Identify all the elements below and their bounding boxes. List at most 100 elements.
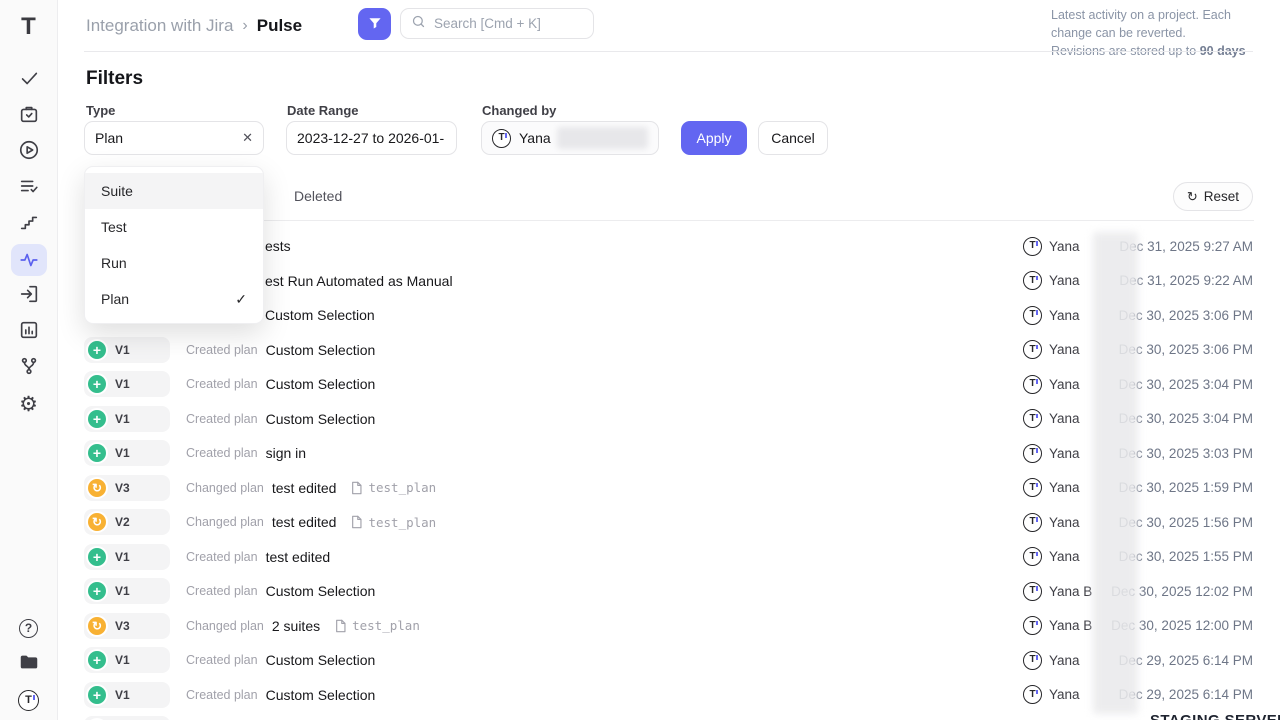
version-label: V1 bbox=[115, 688, 130, 702]
item-title: ests bbox=[265, 238, 291, 254]
user-avatar-icon: T bbox=[1023, 685, 1042, 704]
version-badge: + V1 bbox=[84, 440, 170, 466]
user: T Yana bbox=[1023, 685, 1080, 704]
dropdown-item-test[interactable]: Test bbox=[85, 209, 263, 245]
version-badge: ↻ V2 bbox=[84, 509, 170, 535]
sidebar-item-branches[interactable] bbox=[0, 350, 58, 386]
sidebar-item-tests[interactable] bbox=[0, 62, 58, 98]
plan-link-label: test_plan bbox=[368, 515, 436, 530]
sidebar-item-account[interactable]: T bbox=[0, 682, 58, 718]
user-avatar-icon: T bbox=[1023, 271, 1042, 290]
item-title: Custom Selection bbox=[266, 376, 376, 392]
sidebar-item-settings[interactable]: ⚙ bbox=[0, 386, 58, 422]
timestamp: Dec 30, 2025 1:55 PM bbox=[1119, 549, 1253, 564]
version-badge: + V1 bbox=[84, 647, 170, 673]
bar-chart-icon bbox=[18, 319, 40, 346]
briefcase-check-icon bbox=[18, 103, 40, 130]
sidebar-item-projects[interactable] bbox=[0, 646, 58, 682]
item-title: test edited bbox=[266, 549, 331, 565]
plan-link[interactable]: test_plan bbox=[334, 618, 420, 633]
gear-icon: ⚙ bbox=[19, 394, 38, 415]
user-name: Yana bbox=[1049, 239, 1080, 254]
cancel-button[interactable]: Cancel bbox=[758, 121, 828, 155]
check-icon bbox=[18, 67, 40, 94]
timestamp: Dec 30, 2025 3:03 PM bbox=[1119, 446, 1253, 461]
sidebar-item-pulse[interactable] bbox=[0, 242, 58, 278]
sidebar: T bbox=[0, 0, 58, 720]
user-name: Yana bbox=[1049, 273, 1080, 288]
user-name: Yana bbox=[1049, 549, 1080, 564]
app-logo-icon[interactable]: T bbox=[21, 10, 36, 44]
date-range-label: Date Range bbox=[287, 103, 359, 118]
sidebar-bottom: ? T bbox=[0, 610, 58, 720]
version-label: V1 bbox=[115, 377, 130, 391]
breadcrumb-project[interactable]: Integration with Jira bbox=[86, 16, 233, 36]
timestamp: Dec 31, 2025 9:27 AM bbox=[1119, 239, 1253, 254]
user-avatar-icon: T bbox=[1023, 547, 1042, 566]
user-name: Yana bbox=[1049, 480, 1080, 495]
dropdown-item-run[interactable]: Run bbox=[85, 245, 263, 281]
header-info-line1: Latest activity on a project. Each chang… bbox=[1051, 8, 1231, 40]
breadcrumb-separator: › bbox=[242, 17, 247, 35]
sidebar-item-cases[interactable] bbox=[0, 98, 58, 134]
user-name: Yana B bbox=[1049, 584, 1092, 599]
import-icon bbox=[18, 283, 40, 310]
sidebar-item-runs[interactable] bbox=[0, 134, 58, 170]
version-badge: ↻ V3 bbox=[84, 475, 170, 501]
version-label: V1 bbox=[115, 584, 130, 598]
user-name: Yana B bbox=[1049, 618, 1092, 633]
version-label: V2 bbox=[115, 515, 130, 529]
user-name: Yana bbox=[1049, 515, 1080, 530]
user-avatar-icon: T bbox=[1023, 651, 1042, 670]
file-icon bbox=[334, 619, 347, 633]
dropdown-item-suite[interactable]: Suite bbox=[85, 173, 263, 209]
reset-button[interactable]: ↻ Reset bbox=[1173, 182, 1253, 211]
version-badge: + V1 bbox=[84, 544, 170, 570]
changed-by-select[interactable]: T Yana bbox=[481, 121, 659, 155]
tab-deleted[interactable]: Deleted bbox=[294, 188, 342, 204]
version-label: V1 bbox=[115, 343, 130, 357]
date-range-value: 2023-12-27 to 2026-01- bbox=[297, 130, 444, 146]
main: Integration with Jira › Pulse Latest act… bbox=[58, 0, 1280, 720]
apply-button[interactable]: Apply bbox=[681, 121, 747, 155]
user-name: Yana bbox=[1049, 377, 1080, 392]
date-range-input[interactable]: 2023-12-27 to 2026-01- bbox=[286, 121, 457, 155]
action-label: Changed plan bbox=[186, 481, 264, 495]
filter-button[interactable] bbox=[358, 8, 391, 40]
user-avatar-icon: T bbox=[1023, 478, 1042, 497]
user-avatar-icon: T bbox=[1023, 306, 1042, 325]
plan-link[interactable]: test_plan bbox=[350, 515, 436, 530]
item-title: test edited bbox=[272, 480, 337, 496]
sidebar-item-steps[interactable] bbox=[0, 206, 58, 242]
steps-icon bbox=[18, 211, 40, 238]
folder-icon bbox=[18, 651, 40, 678]
type-select[interactable]: Plan ✕ bbox=[84, 121, 264, 155]
dropdown-item-label: Suite bbox=[101, 183, 133, 199]
sidebar-item-import[interactable] bbox=[0, 278, 58, 314]
action-label: Created plan bbox=[186, 584, 258, 598]
refresh-icon: ↻ bbox=[1187, 189, 1198, 205]
version-label: V1 bbox=[115, 412, 130, 426]
sidebar-item-results[interactable] bbox=[0, 170, 58, 206]
item-title: Custom Selection bbox=[265, 307, 375, 323]
dropdown-item-plan[interactable]: Plan✓ bbox=[85, 281, 263, 317]
user: T Yana bbox=[1023, 547, 1080, 566]
help-icon: ? bbox=[19, 619, 38, 638]
header: Integration with Jira › Pulse Latest act… bbox=[58, 0, 1280, 52]
search-box bbox=[400, 8, 594, 39]
user: T Yana bbox=[1023, 651, 1080, 670]
play-circle-icon bbox=[18, 139, 40, 166]
sidebar-item-help[interactable]: ? bbox=[0, 610, 58, 646]
sidebar-item-analytics[interactable] bbox=[0, 314, 58, 350]
action-label: Created plan bbox=[186, 377, 258, 391]
sidebar-nav: ⚙ bbox=[0, 62, 58, 422]
clear-type-icon[interactable]: ✕ bbox=[234, 130, 253, 146]
search-input[interactable] bbox=[434, 16, 611, 31]
list-check-icon bbox=[18, 175, 40, 202]
plus-icon: + bbox=[88, 410, 106, 428]
staging-watermark: STAGING SERVER bbox=[1150, 712, 1280, 720]
action-label: Changed plan bbox=[186, 619, 264, 633]
plan-link[interactable]: test_plan bbox=[350, 480, 436, 495]
version-badge: ↻ bbox=[84, 716, 170, 720]
dropdown-item-label: Plan bbox=[101, 291, 129, 307]
